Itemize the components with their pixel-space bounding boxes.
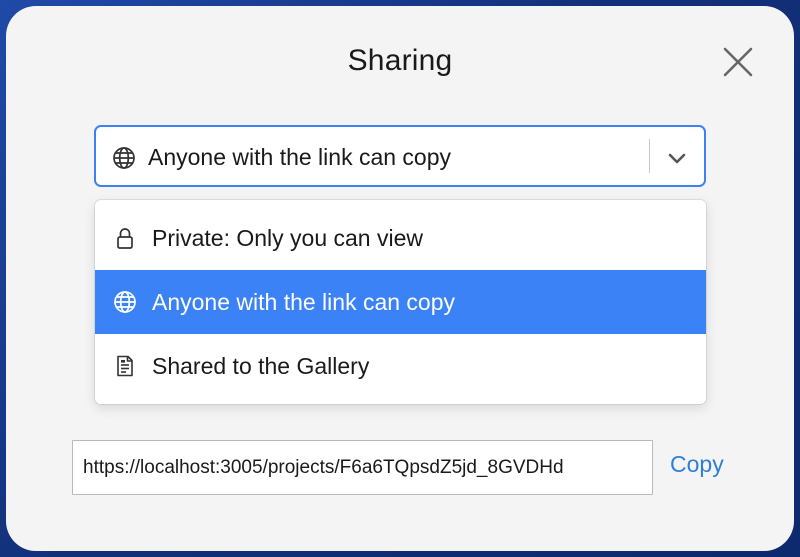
sharing-level-menu: Private: Only you can view Anyone with t… (95, 200, 706, 404)
menu-item-gallery[interactable]: Shared to the Gallery (95, 334, 706, 398)
menu-item-label: Private: Only you can view (152, 225, 424, 251)
close-button[interactable] (720, 44, 756, 80)
dialog-title: Sharing (347, 44, 453, 77)
menu-item-label: Shared to the Gallery (152, 353, 370, 379)
menu-item-anyone-with-link[interactable]: Anyone with the link can copy (95, 270, 706, 334)
sharing-dialog: Sharing Anyone with the link can copy Pr… (6, 6, 794, 551)
share-url-input[interactable] (72, 440, 653, 495)
gallery-document-icon (117, 355, 133, 377)
select-separator (649, 139, 650, 173)
menu-item-label: Anyone with the link can copy (152, 289, 456, 315)
lock-icon (117, 228, 133, 249)
chevron-down-icon[interactable] (666, 147, 688, 169)
menu-item-private[interactable]: Private: Only you can view (95, 206, 706, 270)
sharing-level-select[interactable]: Anyone with the link can copy (94, 125, 706, 187)
copy-link-button[interactable]: Copy (670, 451, 724, 478)
selected-sharing-level: Anyone with the link can copy (148, 144, 452, 170)
close-icon (723, 47, 753, 77)
globe-icon (114, 291, 136, 313)
globe-icon (113, 147, 135, 169)
